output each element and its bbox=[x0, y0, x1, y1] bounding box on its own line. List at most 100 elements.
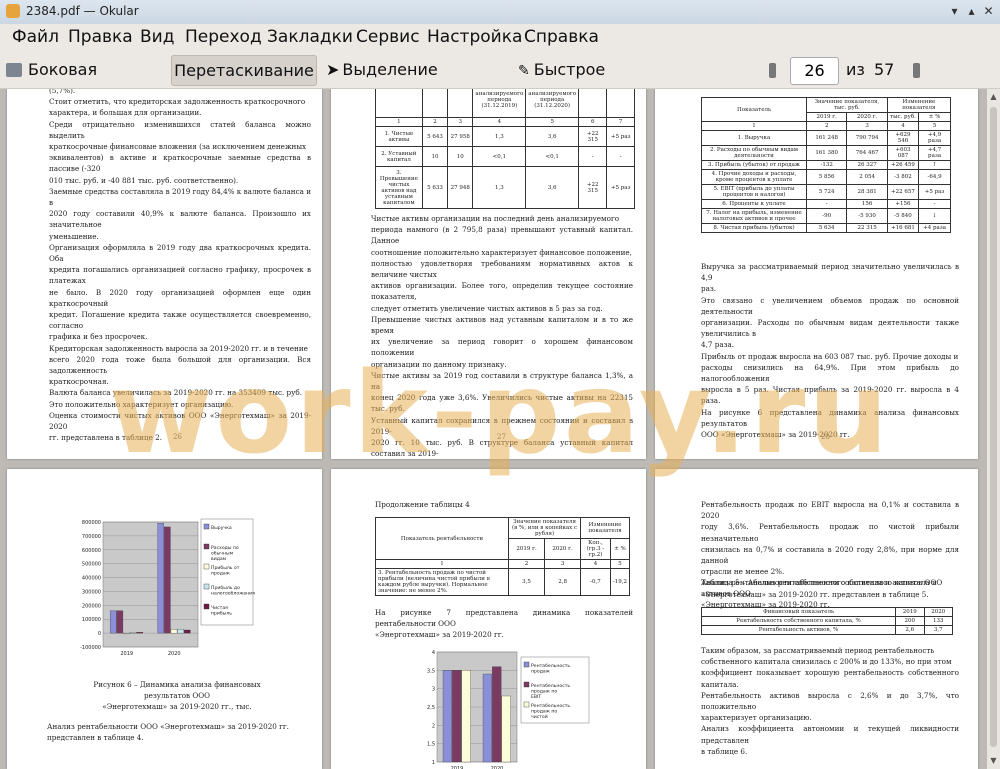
menu-tools[interactable]: Сервис bbox=[356, 27, 420, 47]
table-cell: 22 315 bbox=[846, 223, 888, 233]
table-header-cell: 2020 г. bbox=[846, 112, 888, 122]
legend-swatch bbox=[203, 543, 210, 550]
menu-go[interactable]: Переход bbox=[185, 27, 262, 47]
page-26-text: (5,7%). Стоит отметить, что кредиторская… bbox=[49, 89, 311, 443]
table-cell: 2,6 bbox=[895, 625, 925, 635]
figure-6-caption: Рисунок 6 – Динамика анализа финансовых … bbox=[93, 680, 261, 712]
table-cell: 3,7 bbox=[923, 625, 953, 635]
legend-swatch bbox=[523, 681, 530, 688]
page-29-text: Анализ рентабельности ООО «Энерготехмаш»… bbox=[47, 722, 289, 743]
table-cell: 1,3 bbox=[472, 126, 527, 147]
table-header-cell: Изменение показателя bbox=[886, 97, 952, 113]
table-cell: <0,1 bbox=[525, 146, 580, 167]
menu-bookmarks[interactable]: Закладки bbox=[267, 27, 353, 47]
table-cell: 5 bbox=[609, 559, 631, 569]
table-cell: ↓ bbox=[918, 208, 951, 224]
page-number-input[interactable]: 26 bbox=[790, 57, 839, 85]
close-icon[interactable]: ✕ bbox=[980, 3, 997, 20]
vertical-scrollbar[interactable]: ▲ ▼ bbox=[987, 89, 1000, 769]
table-cell: 2. Уставный капитал bbox=[375, 146, 423, 167]
table-header-cell: 2019 bbox=[895, 607, 925, 617]
scrollbar-thumb[interactable] bbox=[990, 107, 997, 747]
scroll-up-icon[interactable]: ▲ bbox=[988, 91, 999, 102]
next-page-icon[interactable] bbox=[909, 55, 923, 84]
y-tick-label: 2 bbox=[432, 723, 435, 729]
table-row: 12345 bbox=[701, 121, 951, 131]
prev-page-icon[interactable] bbox=[765, 55, 779, 84]
menu-view[interactable]: Вид bbox=[140, 27, 174, 47]
table-cell: 2,8 bbox=[544, 568, 582, 596]
bar bbox=[492, 666, 502, 763]
legend-label: чистой bbox=[531, 713, 548, 720]
menu-help[interactable]: Справка bbox=[524, 27, 599, 47]
document-viewport[interactable]: (5,7%). Стоит отметить, что кредиторская… bbox=[0, 89, 1000, 769]
bar bbox=[109, 610, 117, 634]
table-cell: +22 315 bbox=[578, 166, 608, 209]
page-26: (5,7%). Стоит отметить, что кредиторская… bbox=[7, 89, 322, 459]
table-cell: +22 315 bbox=[578, 126, 608, 147]
table-cell: 4. Прочие доходы и расходы, кроме процен… bbox=[701, 169, 807, 185]
legend-label: продаж bbox=[531, 670, 550, 675]
legend-label: видам bbox=[211, 557, 227, 562]
table-header-cell: ± % bbox=[609, 538, 631, 560]
quick-comment-button[interactable]: ✎Быстрое комментирование bbox=[518, 55, 758, 110]
table-continuation-label: Продолжение таблицы 4 bbox=[375, 500, 470, 509]
y-tick-label: 300000 bbox=[82, 589, 101, 595]
drag-tool-button[interactable]: Перетаскивание bbox=[171, 55, 317, 86]
menu-edit[interactable]: Правка bbox=[68, 27, 133, 47]
bar bbox=[157, 523, 164, 634]
table-cell: 2 bbox=[421, 117, 449, 127]
table-cell: 200 bbox=[895, 616, 925, 626]
page-28: Показатель Значение показателя, тыс. руб… bbox=[655, 89, 978, 459]
table-cell: 10 bbox=[447, 146, 474, 167]
title-bar: 2384.pdf — Okular ▾ ▴ ✕ bbox=[0, 0, 1000, 25]
table-cell: - bbox=[606, 146, 635, 167]
table-cell: 2 054 bbox=[846, 169, 888, 185]
y-tick-label: 200000 bbox=[82, 603, 101, 609]
table-row: 3. Превышение чистых активов над уставны… bbox=[375, 166, 635, 209]
table-cell: +4,9 раза bbox=[918, 130, 951, 146]
table-cell: 7 bbox=[606, 117, 635, 127]
bar bbox=[123, 632, 130, 635]
legend-label: Рентабельность bbox=[531, 703, 570, 709]
legend-swatch bbox=[203, 603, 210, 610]
financial-results-table: Показатель Значение показателя, тыс. руб… bbox=[701, 97, 952, 233]
table-cell: 26 327 bbox=[846, 160, 888, 170]
bar bbox=[442, 670, 452, 763]
table-cell: -132 bbox=[805, 160, 848, 170]
table-header-cell: анализируемого периода (31.12.2019) bbox=[472, 89, 527, 118]
profitability-chart: 43,532,521,512019 2020Рентабельностьпрода… bbox=[427, 650, 590, 769]
bar bbox=[116, 610, 124, 634]
menu-settings[interactable]: Настройка bbox=[427, 27, 522, 47]
financial-results-chart: 800000 700000 600000 500000 400000 300000 2000… bbox=[80, 518, 255, 657]
table-row: 4. Прочие доходы и расходы, кроме процен… bbox=[701, 169, 951, 185]
table-row: 1234567 bbox=[375, 117, 635, 127]
net-assets-table: анализируемого периода (31.12.2019) анал… bbox=[375, 89, 635, 209]
y-tick-label: 700000 bbox=[82, 534, 101, 540]
bar bbox=[164, 526, 171, 634]
minimize-icon[interactable]: ▾ bbox=[946, 3, 963, 20]
text-select-tool-button[interactable]: ➤Выделение текста ⌄ bbox=[326, 55, 496, 108]
page-number: 26 bbox=[173, 433, 182, 441]
table-cell: +603 087 bbox=[886, 145, 920, 161]
table-cell: -5 840 bbox=[886, 208, 920, 224]
legend-label: EBIT bbox=[531, 694, 541, 700]
table-cell: 3. Рентабельность продаж по чистой прибы… bbox=[375, 568, 509, 596]
table-cell: -64,9 bbox=[918, 169, 951, 185]
table-cell: Рентабельность собственного капитала, % bbox=[700, 616, 897, 626]
bar bbox=[177, 629, 184, 634]
table-row: 3. Рентабельность продаж по чистой прибы… bbox=[375, 568, 631, 596]
table-row: анализируемого периода (31.12.2019) анал… bbox=[375, 89, 635, 118]
table-cell: - bbox=[918, 199, 951, 209]
table-cell: 1 bbox=[701, 121, 807, 131]
table-row: 3. Прибыль (убыток) от продаж -132 26 327 +… bbox=[701, 160, 951, 170]
page-30-text: На рисунке 7 представлена динамика показ… bbox=[375, 608, 633, 640]
scroll-down-icon[interactable]: ▼ bbox=[988, 755, 999, 766]
table-cell: 6 bbox=[578, 117, 608, 127]
main-toolbar: Боковая панель Перетаскивание ➤Выделение… bbox=[0, 52, 1000, 110]
legend-swatch bbox=[203, 563, 210, 570]
table-cell: -5 930 bbox=[846, 208, 888, 224]
sidebar-button[interactable]: Боковая панель bbox=[6, 55, 162, 108]
menu-file[interactable]: Файл bbox=[12, 27, 59, 47]
maximize-icon[interactable]: ▴ bbox=[963, 3, 980, 20]
